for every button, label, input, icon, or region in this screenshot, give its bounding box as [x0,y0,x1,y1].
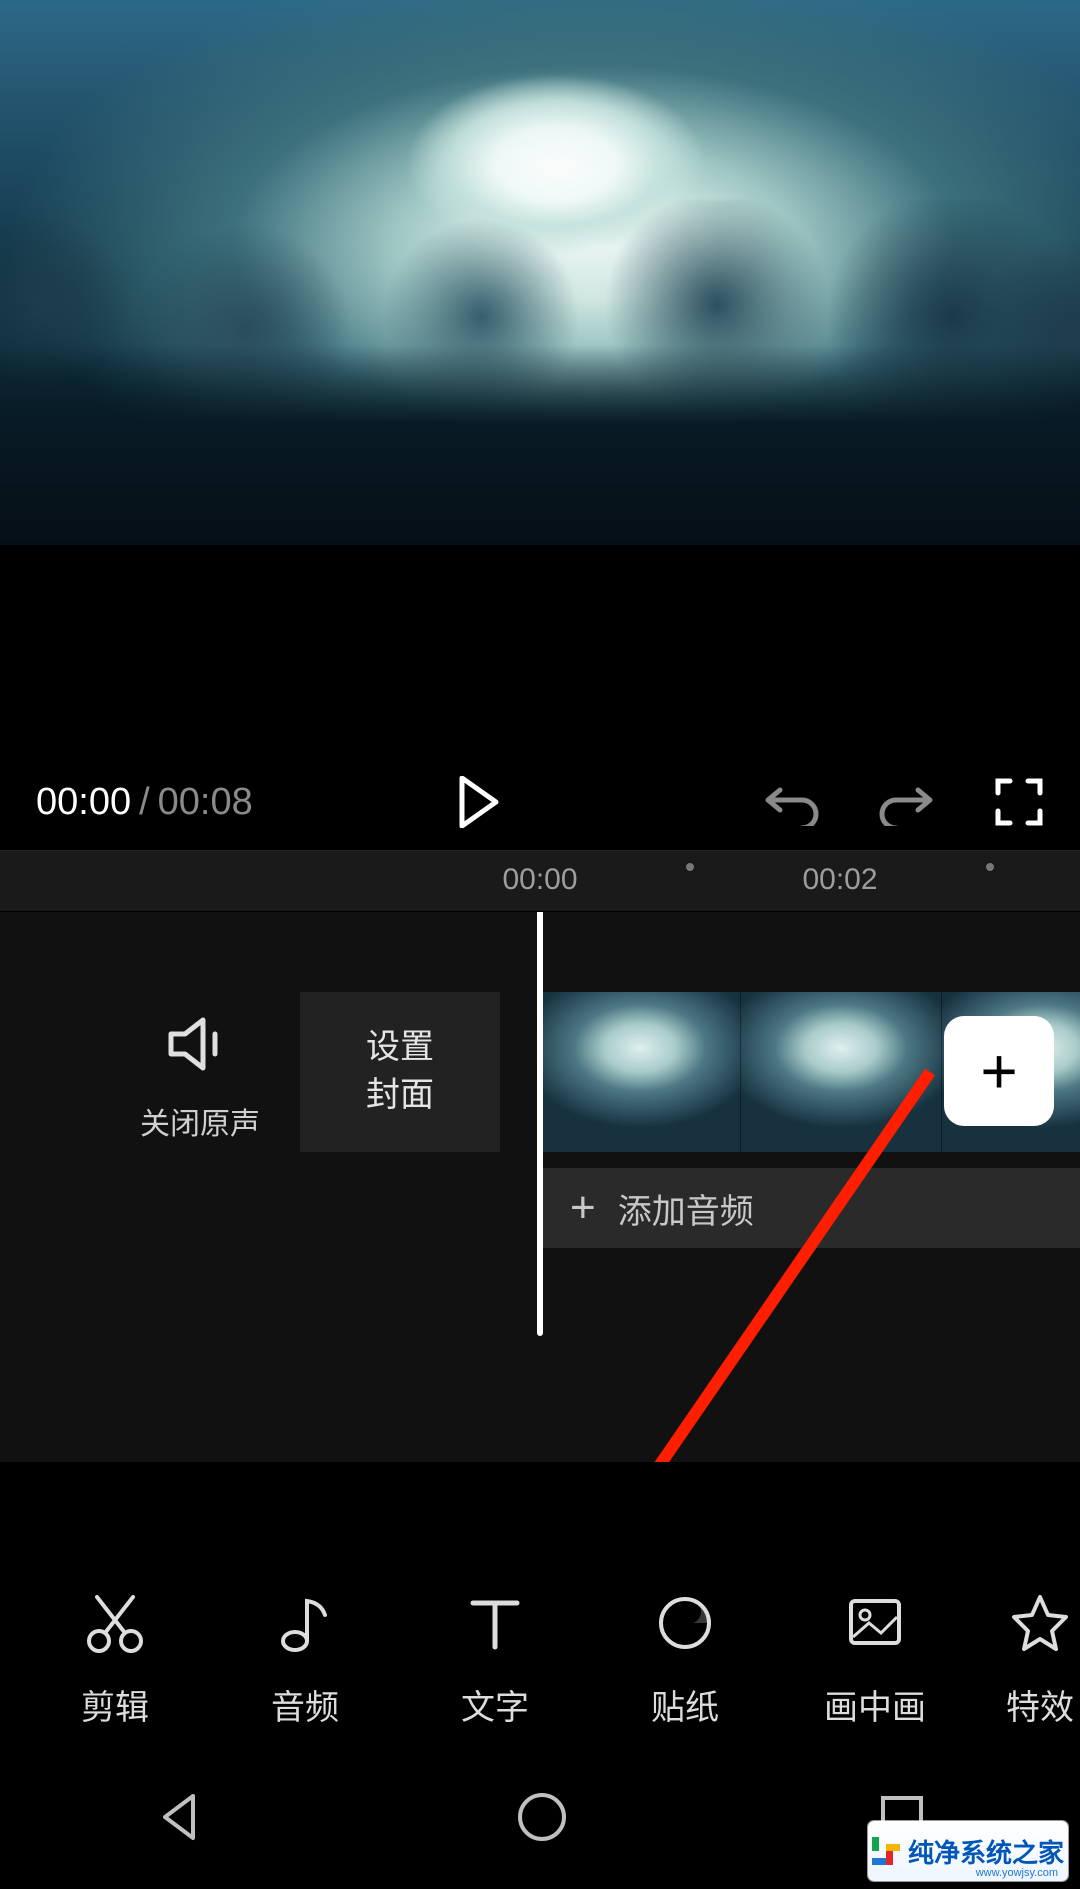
preview-letterbox [0,545,1080,754]
timeline-ruler[interactable]: 00:00 00:02 [0,850,1080,911]
tool-cut[interactable]: 剪辑 [20,1591,210,1729]
timeline[interactable]: 关闭原声 设置 封面 + + 添加音频 [0,911,1080,1462]
music-note-icon [273,1591,337,1660]
play-icon[interactable] [456,776,500,828]
clip-thumbnail[interactable] [741,992,942,1152]
ruler-dot [686,863,694,871]
tool-text[interactable]: 文字 [400,1591,590,1729]
time-separator: / [139,781,150,824]
redo-icon[interactable] [878,778,936,826]
sticker-icon [653,1591,717,1660]
tool-effect[interactable]: 特效 [970,1591,1080,1729]
add-clip-button[interactable]: + [944,1016,1054,1126]
nav-back-icon[interactable] [153,1790,207,1849]
tool-sticker[interactable]: 贴纸 [590,1591,780,1729]
text-icon [463,1591,527,1660]
tool-label: 文字 [461,1680,529,1729]
scissors-icon [83,1591,147,1660]
picture-in-picture-icon [843,1591,907,1660]
watermark-url: www.yowjsy.com [976,1867,1058,1879]
tool-label: 音频 [271,1680,339,1729]
tool-label: 剪辑 [81,1680,149,1729]
ruler-tick-0: 00:00 [502,863,577,897]
clip-thumbnail[interactable] [540,992,741,1152]
watermark-brand: 纯净系统之家 [908,1833,1064,1870]
set-cover-button[interactable]: 设置 封面 [300,992,500,1152]
tool-pip[interactable]: 画中画 [780,1591,970,1729]
mute-label: 关闭原声 [130,1099,270,1143]
watermark: 纯净系统之家 www.yowjsy.com [868,1821,1068,1881]
speaker-icon [165,1063,235,1080]
tool-label: 特效 [1006,1680,1074,1729]
tool-label: 画中画 [824,1680,926,1729]
tool-label: 贴纸 [651,1680,719,1729]
star-icon [1008,1591,1072,1660]
video-preview[interactable] [0,0,1080,545]
undo-icon[interactable] [762,778,820,826]
playhead[interactable] [537,911,543,1336]
bottom-toolbar: 剪辑 音频 文字 贴纸 [0,1591,1080,1729]
ruler-tick-1: 00:02 [802,863,877,897]
playback-controls: 00:00 / 00:08 [0,754,1080,850]
time-current: 00:00 [36,781,131,824]
tool-audio[interactable]: 音频 [210,1591,400,1729]
mute-original-audio-button[interactable]: 关闭原声 [130,1012,270,1143]
watermark-logo-icon [872,1837,900,1865]
ruler-dot [986,863,994,871]
fullscreen-icon[interactable] [994,777,1044,827]
plus-icon: + [570,1183,596,1233]
time-total: 00:08 [158,781,253,824]
add-audio-button[interactable]: + 添加音频 [540,1168,1080,1248]
nav-home-icon[interactable] [514,1789,570,1850]
preview-shadow [0,345,1080,545]
add-audio-label: 添加音频 [618,1184,754,1233]
